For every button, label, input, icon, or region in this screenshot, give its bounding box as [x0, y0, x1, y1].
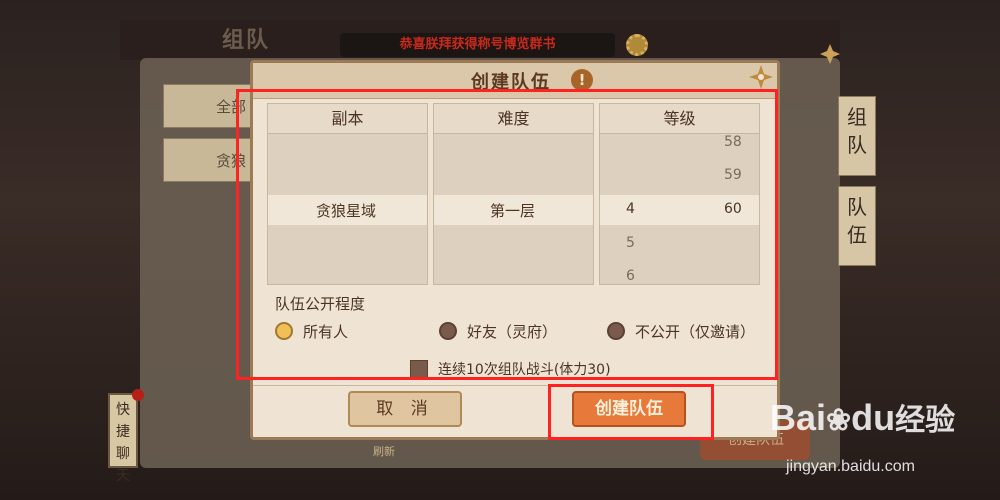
quick-chat-button[interactable]: 快捷聊天	[108, 393, 138, 484]
watermark-paw-icon: ❀	[826, 404, 852, 437]
refresh-button[interactable]: 刷新	[368, 440, 400, 464]
page-title: 组队	[222, 28, 271, 53]
gear-icon[interactable]	[626, 34, 648, 56]
notification-dot	[132, 389, 144, 401]
watermark-text: 经验	[895, 403, 956, 438]
close-flower-icon[interactable]	[818, 42, 842, 66]
watermark-logo-2: du	[851, 397, 896, 438]
cancel-button[interactable]: 取 消	[348, 391, 462, 427]
highlight-box-create	[548, 384, 714, 440]
close-icon[interactable]	[747, 63, 775, 91]
watermark-logo: Bai	[770, 397, 827, 438]
banner-text: 恭喜朕拜获得称号博览群书	[399, 37, 556, 52]
watermark-url: jingyan.baidu.com	[786, 458, 915, 475]
tab-team[interactable]: 组队	[838, 96, 876, 176]
notification-banner: 恭喜朕拜获得称号博览群书	[340, 33, 615, 57]
info-icon[interactable]: !	[571, 69, 593, 91]
tab-my-team[interactable]: 队伍	[838, 186, 876, 266]
highlight-box-settings	[236, 89, 778, 380]
baidu-watermark: Bai❀du经验	[770, 395, 955, 439]
